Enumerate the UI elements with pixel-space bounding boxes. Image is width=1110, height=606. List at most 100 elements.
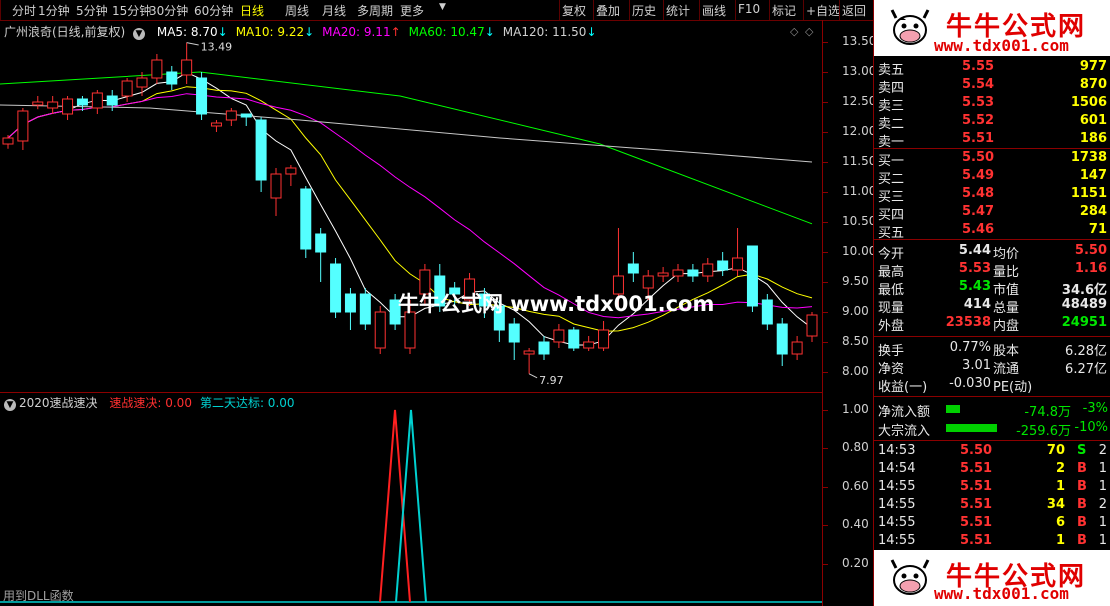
stat-value: 0.77% [949, 340, 991, 355]
tick-volume: 2 [1055, 461, 1065, 476]
tick-row: 14:55 5.51 34 B 2 [874, 496, 1110, 514]
toolbar-divider [699, 0, 700, 20]
candle-body [62, 98, 74, 115]
candle-body [761, 299, 773, 325]
stat-row: 最低 5.43 市值 34.6亿 [874, 278, 1110, 298]
timeframe-tab[interactable]: 1分钟 [38, 2, 70, 19]
bid-volume: 284 [1079, 204, 1107, 219]
toolbar-action-button[interactable]: 复权 [562, 2, 586, 19]
stat-label: 外盘 [878, 319, 905, 334]
tick-time: 14:55 [878, 533, 916, 548]
tick-price: 5.51 [960, 461, 993, 476]
toolbar-divider [839, 0, 840, 20]
toolbar-action-button[interactable]: 返回 [842, 2, 866, 19]
timeframe-tab[interactable]: 多周期 [357, 2, 393, 19]
ask-row: 卖三 5.53 1506 [874, 94, 1110, 114]
bid-volume: 147 [1079, 168, 1107, 183]
axis-tick [823, 563, 828, 565]
signal-line-cyan [395, 409, 427, 603]
ask-volume: 977 [1079, 59, 1107, 74]
price-tick-label: 12.50 [842, 94, 877, 108]
more-arrow-icon[interactable]: ▼ [439, 2, 446, 12]
ask-row: 卖五 5.55 977 [874, 58, 1110, 78]
brand-url: www.tdx001.com [934, 36, 1069, 55]
timeframe-tab[interactable]: 月线 [322, 2, 346, 19]
flow-value: -259.6万 [1016, 424, 1071, 439]
stat-value: 414 [963, 297, 991, 312]
bid-price: 5.47 [962, 204, 995, 219]
timeframe-tab[interactable]: 分时 [12, 2, 36, 19]
stat-row: 今开 5.44 均价 5.50 [874, 242, 1110, 262]
candle-body [300, 188, 312, 250]
flow-pct: -10% [1074, 420, 1108, 435]
tick-time: 14:55 [878, 515, 916, 530]
timeframe-tab[interactable]: 30分钟 [149, 2, 188, 19]
timeframe-tab[interactable]: 60分钟 [194, 2, 233, 19]
timeframe-tab[interactable]: 周线 [285, 2, 309, 19]
signal-line-red [379, 409, 411, 603]
toolbar-action-button[interactable]: 画线 [702, 2, 726, 19]
toolbar-action-button[interactable]: F10 [738, 2, 760, 16]
price-tick-label: 8.50 [842, 334, 869, 348]
ask-volume: 601 [1079, 113, 1107, 128]
toolbar-divider [629, 0, 630, 20]
flow-row: 净流入额 -74.8万 -3% [874, 400, 1110, 420]
candlestick-chart[interactable]: 13.49 7.97 [0, 20, 822, 392]
axis-tick [823, 448, 828, 450]
candle-body [91, 92, 103, 109]
candle-body [2, 137, 14, 145]
toolbar-action-button[interactable]: 叠加 [596, 2, 620, 19]
timeframe-tab[interactable]: 15分钟 [112, 2, 151, 19]
toolbar-action-button[interactable]: 历史 [632, 2, 656, 19]
tick-side: B [1077, 479, 1087, 494]
toolbar-divider [559, 0, 560, 20]
ask-row: 卖二 5.52 601 [874, 112, 1110, 132]
tick-price: 5.51 [960, 497, 993, 512]
candle-body [687, 269, 699, 277]
stat-label: PE(动) [993, 380, 1033, 395]
low-marker-label: 7.97 [539, 374, 564, 387]
stat-value: 5.53 [958, 261, 991, 276]
tick-count: 1 [1098, 461, 1107, 476]
axis-tick [823, 410, 828, 411]
ma-line [7, 93, 813, 319]
ask-price: 5.54 [962, 77, 995, 92]
indicator-tick-label: 1.00 [842, 402, 869, 416]
tick-count: 1 [1098, 515, 1107, 530]
toolbar-divider [803, 0, 804, 20]
divider [874, 396, 1110, 397]
price-tick-label: 10.00 [842, 244, 877, 258]
candle-body [285, 167, 297, 175]
candle-body [702, 263, 714, 277]
tick-price: 5.51 [960, 515, 993, 530]
timeframe-tab[interactable]: 日线 [240, 2, 264, 19]
stat-value: 1.16 [1074, 261, 1107, 276]
candle-body [583, 341, 595, 349]
candle-body [330, 263, 342, 313]
tick-price: 5.51 [960, 533, 993, 548]
candle-body [344, 293, 356, 313]
tick-volume: 1 [1055, 533, 1065, 548]
stat-value: 24951 [1061, 315, 1107, 330]
divider [874, 239, 1110, 240]
timeframe-tab[interactable]: 更多 [400, 2, 424, 19]
axis-tick [823, 72, 828, 73]
toolbar-action-button[interactable]: 统计 [666, 2, 690, 19]
bid-volume: 1738 [1070, 150, 1107, 165]
candle-body [225, 110, 237, 121]
tick-row: 14:55 5.51 1 B 1 [874, 478, 1110, 496]
timeframe-tab[interactable]: 5分钟 [76, 2, 108, 19]
watermark: 牛牛公式网 www.tdx001.com [398, 292, 715, 316]
indicator-tick-label: 0.40 [842, 517, 869, 532]
price-tick-label: 11.00 [842, 184, 877, 198]
ask-price: 5.51 [962, 131, 995, 146]
axis-tick [823, 192, 828, 193]
axis-tick [823, 342, 828, 343]
candle-body [240, 113, 252, 118]
stat-row: 现量 414 总量 48489 [874, 296, 1110, 316]
indicator-chart [0, 409, 822, 603]
toolbar-action-button[interactable]: +自选 [806, 2, 840, 19]
toolbar-action-button[interactable]: 标记 [772, 2, 796, 19]
divider [874, 440, 1110, 441]
tick-time: 14:54 [878, 461, 916, 476]
